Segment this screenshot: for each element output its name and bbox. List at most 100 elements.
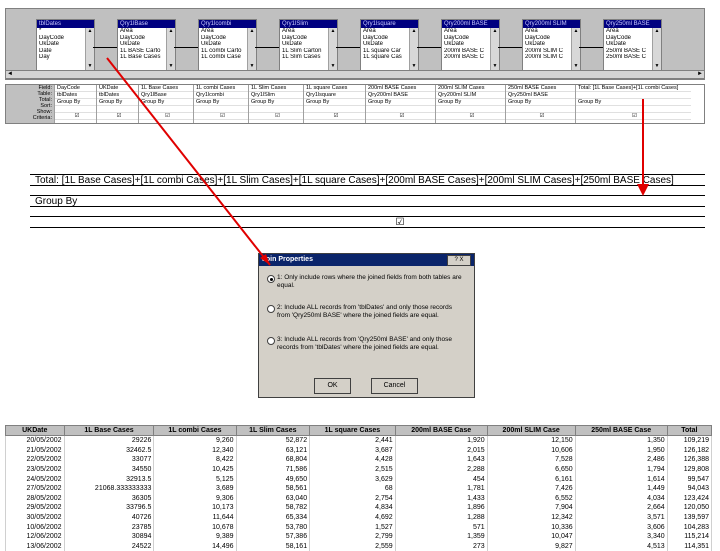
field-list-scrollbar[interactable]: ▲ ▼: [166, 28, 175, 76]
table-cell[interactable]: 6,552: [486, 493, 576, 504]
table-cell[interactable]: 63,121: [235, 445, 311, 456]
table-cell[interactable]: 3,687: [309, 445, 396, 456]
scroll-down-icon[interactable]: ▼: [491, 63, 499, 70]
table-cell[interactable]: 12,342: [486, 512, 576, 523]
table-cell[interactable]: 3,340: [574, 531, 668, 542]
join-line[interactable]: [498, 47, 522, 48]
field-list-table[interactable]: Qry200ml SLIM Area DayCode UkDate 200ml SLIM…: [522, 19, 581, 77]
table-cell[interactable]: 1,896: [394, 503, 488, 513]
grid-cell-field[interactable]: 1L combi Cases: [194, 85, 249, 92]
scroll-up-icon[interactable]: ▲: [410, 28, 418, 35]
field-list-title[interactable]: Qry200ml BASE: [442, 20, 499, 28]
grid-cell-total[interactable]: Group By: [436, 99, 506, 106]
show-checkbox[interactable]: ☑: [540, 113, 545, 119]
field-list-title[interactable]: Qry1lSlim: [280, 20, 337, 28]
field-list-item[interactable]: Day: [37, 54, 83, 61]
show-checkbox[interactable]: ☑: [165, 113, 170, 119]
table-row[interactable]: 12/06/2002 30894 9,389 57,386 2,799 1,359 10,0…: [5, 531, 713, 542]
field-list-table[interactable]: Qry200ml BASE Area DayCode UkDate 200ml BASE…: [441, 19, 500, 77]
join-line[interactable]: [336, 47, 360, 48]
grid-cell-table[interactable]: Qry250ml BASE: [506, 92, 576, 99]
scroll-down-icon[interactable]: ▼: [410, 63, 418, 70]
table-row[interactable]: 28/05/2002 36305 9,306 63,040 2,754 1,433 6,55…: [5, 493, 713, 504]
table-cell[interactable]: 40726: [63, 512, 155, 523]
results-column-header[interactable]: 200ml BASE Case: [394, 425, 488, 436]
join-option-1[interactable]: 1: Only include rows where the joined fi…: [267, 274, 467, 294]
grid-cell-sort[interactable]: [506, 106, 576, 113]
table-cell[interactable]: 71,586: [235, 464, 311, 475]
table-row[interactable]: 27/05/2002 21068.333333333 3,689 58,561 68 1,…: [5, 483, 713, 494]
table-cell[interactable]: 1,950: [574, 445, 668, 456]
table-cell[interactable]: 126,182: [666, 445, 713, 456]
table-cell[interactable]: 65,334: [235, 512, 311, 523]
grid-cell-field[interactable]: Total: [1L Base Cases]+[1L combi Cases]: [576, 85, 691, 92]
table-cell[interactable]: 6,650: [486, 464, 576, 475]
table-cell[interactable]: 3,571: [574, 512, 668, 523]
table-cell[interactable]: 68,804: [235, 455, 311, 465]
grid-cell-sort[interactable]: [55, 106, 97, 113]
grid-cell-table[interactable]: tblDates: [55, 92, 97, 99]
table-cell[interactable]: 1,527: [309, 522, 396, 532]
grid-cell-sort[interactable]: [366, 106, 436, 113]
field-list-title[interactable]: tblDates: [37, 20, 94, 28]
scroll-right-icon[interactable]: ►: [697, 71, 703, 77]
table-row[interactable]: 20/05/2002 29226 9,260 52,872 2,441 1,920 12,1…: [5, 435, 713, 446]
grid-cell-sort[interactable]: [304, 106, 366, 113]
field-list-table[interactable]: Qry1lcombi Area DayCode UkDate 1L combi Cart…: [198, 19, 257, 77]
table-cell[interactable]: 12,340: [153, 445, 237, 456]
grid-cell-table[interactable]: [576, 92, 691, 99]
table-cell[interactable]: 120,050: [666, 503, 713, 513]
table-cell[interactable]: 10,678: [153, 522, 237, 532]
radio-icon[interactable]: [267, 337, 275, 345]
table-cell[interactable]: 4,034: [574, 493, 668, 504]
grid-cell-sort[interactable]: [97, 106, 139, 113]
table-cell[interactable]: 7,904: [486, 503, 576, 513]
table-cell[interactable]: 94,043: [666, 483, 713, 494]
field-list-title[interactable]: Qry1lcombi: [199, 20, 256, 28]
scroll-up-icon[interactable]: ▲: [653, 28, 661, 35]
table-cell[interactable]: 29226: [63, 435, 155, 446]
scroll-down-icon[interactable]: ▼: [572, 63, 580, 70]
scroll-down-icon[interactable]: ▼: [248, 63, 256, 70]
table-cell[interactable]: 2,664: [574, 503, 668, 513]
grid-column[interactable]: UKDate tblDates Group By ☑: [96, 85, 139, 123]
scroll-down-icon[interactable]: ▼: [653, 63, 661, 70]
table-cell[interactable]: 139,597: [666, 512, 713, 523]
table-cell[interactable]: 7,528: [486, 455, 576, 465]
table-row[interactable]: 24/05/2002 32913.5 5,125 49,650 3,629 454 6,16…: [5, 474, 713, 484]
field-list-scrollbar[interactable]: ▲ ▼: [652, 28, 661, 76]
table-row[interactable]: 10/06/2002 23785 10,678 53,780 1,527 571 10,33…: [5, 522, 713, 532]
table-cell[interactable]: 5,125: [153, 474, 237, 484]
table-cell[interactable]: 33077: [63, 455, 155, 465]
field-list-item[interactable]: 200ml BASE C: [442, 54, 488, 61]
grid-cell-total[interactable]: Group By: [249, 99, 304, 106]
grid-cell-field[interactable]: DayCode: [55, 85, 97, 92]
table-cell[interactable]: 126,388: [666, 455, 713, 465]
table-cell[interactable]: 24522: [63, 541, 155, 551]
results-column-header[interactable]: 1L Base Cases: [63, 425, 155, 436]
table-cell[interactable]: 36305: [63, 493, 155, 504]
table-cell[interactable]: 2,799: [309, 531, 396, 542]
cancel-button[interactable]: Cancel: [371, 378, 418, 394]
results-column-header[interactable]: 1L combi Cases: [153, 425, 237, 436]
grid-cell-table[interactable]: Qry200ml SLIM: [436, 92, 506, 99]
grid-cell-total[interactable]: Group By: [194, 99, 249, 106]
table-cell[interactable]: 104,283: [666, 522, 713, 532]
table-cell[interactable]: 13/06/2002: [5, 541, 65, 551]
table-cell[interactable]: 115,214: [666, 531, 713, 542]
scroll-down-icon[interactable]: ▼: [86, 63, 94, 70]
table-cell[interactable]: 21/05/2002: [5, 445, 65, 456]
query-design-grid[interactable]: Field: Table: Total: Sort: Show: Criteria: Da…: [5, 84, 705, 124]
grid-cell-total[interactable]: Group By: [366, 99, 436, 106]
table-cell[interactable]: 123,424: [666, 493, 713, 504]
table-cell[interactable]: 34550: [63, 464, 155, 475]
grid-cell-total[interactable]: Group By: [55, 99, 97, 106]
field-list-item[interactable]: 200ml SLIM C: [523, 54, 569, 61]
grid-cell-total[interactable]: Group By: [97, 99, 139, 106]
table-cell[interactable]: 23/05/2002: [5, 464, 65, 475]
table-cell[interactable]: 10,173: [153, 503, 237, 513]
table-cell[interactable]: 29/05/2002: [5, 503, 65, 513]
dialog-help-close-buttons[interactable]: ? X: [447, 255, 471, 266]
table-cell[interactable]: 454: [394, 474, 488, 484]
table-cell[interactable]: 33796.5: [63, 503, 155, 513]
